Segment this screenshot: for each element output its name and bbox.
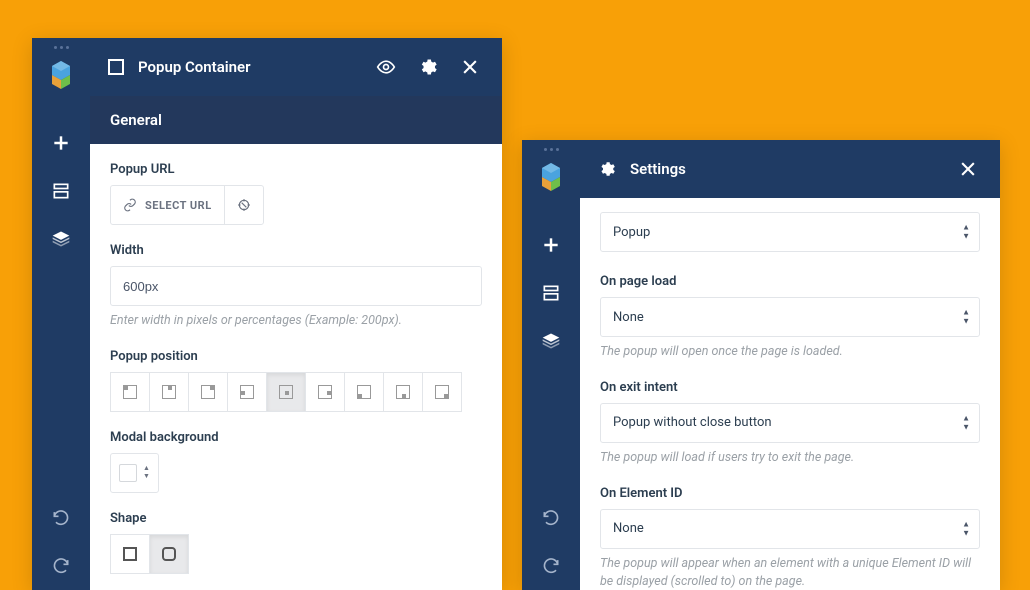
width-input[interactable] (110, 266, 482, 306)
field-on-page-load: On page load None ▲▼ The popup will open… (600, 274, 980, 362)
on-page-load-help: The popup will open once the page is loa… (600, 343, 980, 362)
label-width: Width (110, 243, 482, 258)
on-exit-intent-value: Popup without close button (600, 403, 980, 443)
on-element-id-select[interactable]: None ▲▼ (600, 509, 980, 549)
select-url-button[interactable]: SELECT URL (111, 186, 224, 224)
on-element-id-help: The popup will appear when an element wi… (600, 555, 980, 590)
section-header[interactable]: General (90, 96, 502, 144)
shape-group (110, 534, 482, 574)
shape-square-button[interactable] (110, 534, 150, 574)
on-page-load-value: None (600, 297, 980, 337)
app-logo (536, 163, 566, 191)
popup-container-panel: Popup Container General Popup URL SELECT… (32, 38, 502, 590)
undo-button[interactable] (32, 494, 90, 542)
redo-button[interactable] (522, 542, 580, 590)
field-on-element-id: On Element ID None ▲▼ The popup will app… (600, 486, 980, 590)
gear-icon (598, 160, 616, 178)
close-icon[interactable] (954, 155, 982, 183)
add-button[interactable] (522, 221, 580, 269)
field-width: Width Enter width in pixels or percentag… (110, 243, 482, 331)
settings-icon[interactable] (414, 53, 442, 81)
field-modal-bg: Modal background ▲▼ (110, 430, 482, 493)
on-exit-intent-select[interactable]: Popup without close button ▲▼ (600, 403, 980, 443)
right-content: Settings Popup ▲▼ On page load None ▲▼ T… (580, 140, 1000, 590)
window-dots (54, 46, 69, 49)
url-group: SELECT URL (110, 185, 264, 225)
select-url-text: SELECT URL (145, 199, 212, 212)
pos-mid-left[interactable] (227, 372, 267, 412)
position-grid (110, 372, 482, 412)
pos-bot-right[interactable] (422, 372, 462, 412)
pos-mid-right[interactable] (305, 372, 345, 412)
sidebar-left (32, 38, 90, 590)
app-logo (46, 61, 76, 89)
left-content: Popup Container General Popup URL SELECT… (90, 38, 502, 590)
element-title: Popup Container (138, 58, 358, 76)
modal-bg-select[interactable]: ▲▼ (110, 453, 159, 493)
label-modal-bg: Modal background (110, 430, 482, 445)
sidebar-right (522, 140, 580, 590)
select-arrows: ▲▼ (962, 414, 970, 431)
close-icon[interactable] (456, 53, 484, 81)
add-button[interactable] (32, 119, 90, 167)
window-dots (544, 148, 559, 151)
settings-header: Settings (580, 140, 1000, 198)
select-arrows: ▲▼ (962, 309, 970, 326)
on-page-load-select[interactable]: None ▲▼ (600, 297, 980, 337)
label-on-page-load: On page load (600, 274, 980, 289)
url-dynamic-button[interactable] (224, 186, 263, 224)
pos-bot-left[interactable] (344, 372, 384, 412)
layers-button[interactable] (522, 317, 580, 365)
on-exit-intent-help: The popup will load if users try to exit… (600, 449, 980, 468)
redo-button[interactable] (32, 542, 90, 590)
label-on-exit-intent: On exit intent (600, 380, 980, 395)
pos-bot-center[interactable] (383, 372, 423, 412)
form-body-left: Popup URL SELECT URL Width Enter width i… (90, 144, 502, 590)
label-shape: Shape (110, 511, 482, 526)
page-type-select[interactable]: Popup ▲▼ (600, 212, 980, 252)
form-body-right: On page load None ▲▼ The popup will open… (580, 256, 1000, 590)
label-on-element-id: On Element ID (600, 486, 980, 501)
settings-panel: Settings Popup ▲▼ On page load None ▲▼ T… (522, 140, 1000, 590)
pos-top-left[interactable] (110, 372, 150, 412)
select-arrows: ▲▼ (143, 465, 150, 480)
field-shape: Shape (110, 511, 482, 574)
shape-rounded-button[interactable] (149, 534, 189, 574)
pos-top-right[interactable] (188, 372, 228, 412)
template-button[interactable] (522, 269, 580, 317)
layers-button[interactable] (32, 215, 90, 263)
container-icon (108, 59, 124, 75)
pos-top-center[interactable] (149, 372, 189, 412)
select-arrows: ▲▼ (962, 520, 970, 537)
template-button[interactable] (32, 167, 90, 215)
width-help: Enter width in pixels or percentages (Ex… (110, 312, 482, 331)
label-popup-url: Popup URL (110, 162, 482, 177)
visibility-toggle[interactable] (372, 53, 400, 81)
section-title: General (110, 111, 482, 129)
page-type-row: Popup ▲▼ (580, 198, 1000, 256)
select-arrows: ▲▼ (962, 224, 970, 241)
page-type-value: Popup (600, 212, 980, 252)
undo-button[interactable] (522, 494, 580, 542)
field-on-exit-intent: On exit intent Popup without close butto… (600, 380, 980, 468)
label-position: Popup position (110, 349, 482, 364)
on-element-id-value: None (600, 509, 980, 549)
field-popup-url: Popup URL SELECT URL (110, 162, 482, 225)
color-swatch (119, 464, 137, 482)
settings-title: Settings (630, 160, 940, 178)
pos-mid-center[interactable] (266, 372, 306, 412)
field-position: Popup position (110, 349, 482, 412)
element-header: Popup Container (90, 38, 502, 96)
